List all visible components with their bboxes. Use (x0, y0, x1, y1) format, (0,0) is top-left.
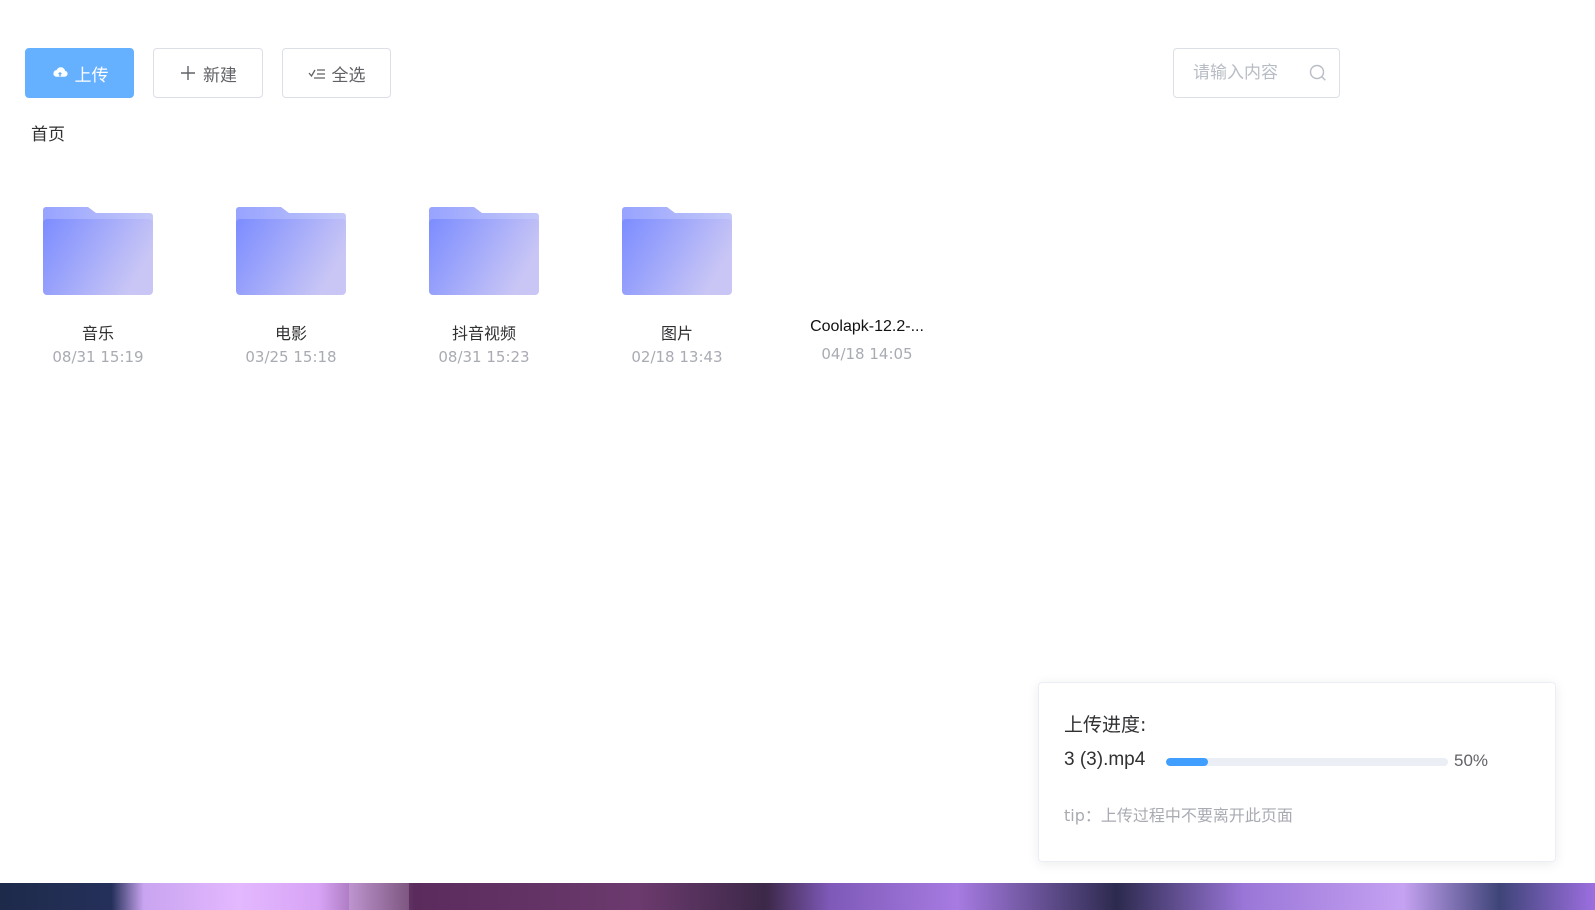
plus-icon (179, 64, 197, 82)
search-box (1173, 48, 1340, 98)
select-all-button[interactable]: 全选 (282, 48, 391, 98)
item-name: Coolapk-12.2-... (810, 318, 924, 335)
search-input[interactable] (1174, 49, 1309, 97)
checklist-icon (308, 64, 326, 82)
search-icon[interactable] (1308, 63, 1328, 83)
item-name: 图片 (660, 324, 693, 343)
upload-progress-fill (1166, 758, 1209, 766)
taskbar (0, 883, 1595, 910)
folder-icon (622, 207, 732, 295)
new-button-label: 新建 (203, 65, 237, 86)
breadcrumb-home[interactable]: 首页 (31, 125, 65, 145)
select-all-button-label: 全选 (331, 65, 366, 86)
folder-icon (429, 207, 539, 295)
item-name: 抖音视频 (451, 324, 516, 343)
upload-percent: 50% (1454, 751, 1489, 770)
folder-icon (43, 207, 153, 295)
toolbar: 上传 新建 全选 (25, 48, 391, 98)
item-date: 03/25 15:18 (245, 348, 337, 366)
upload-progress-bar (1166, 758, 1448, 766)
item-date: 04/18 14:05 (821, 345, 913, 363)
item-name: 电影 (274, 324, 307, 343)
taskbar-button[interactable] (349, 883, 409, 910)
upload-tip: tip：上传过程中不要离开此页面 (1064, 806, 1293, 825)
item-date: 02/18 13:43 (631, 348, 723, 366)
item-date: 08/31 15:23 (438, 348, 530, 366)
cloud-upload-icon (51, 64, 69, 82)
item-date: 08/31 15:19 (52, 348, 144, 366)
item-name: 音乐 (81, 324, 114, 343)
upload-button[interactable]: 上传 (25, 48, 134, 98)
upload-progress-panel: 上传进度: 3 (3).mp4 50% tip：上传过程中不要离开此页面 (1038, 682, 1556, 862)
upload-progress-title: 上传进度: (1064, 714, 1147, 736)
upload-file-name: 3 (3).mp4 (1064, 749, 1146, 770)
folder-icon (236, 207, 346, 295)
upload-button-label: 上传 (74, 65, 109, 86)
new-button[interactable]: 新建 (153, 48, 263, 98)
breadcrumb: 首页 (31, 120, 65, 145)
